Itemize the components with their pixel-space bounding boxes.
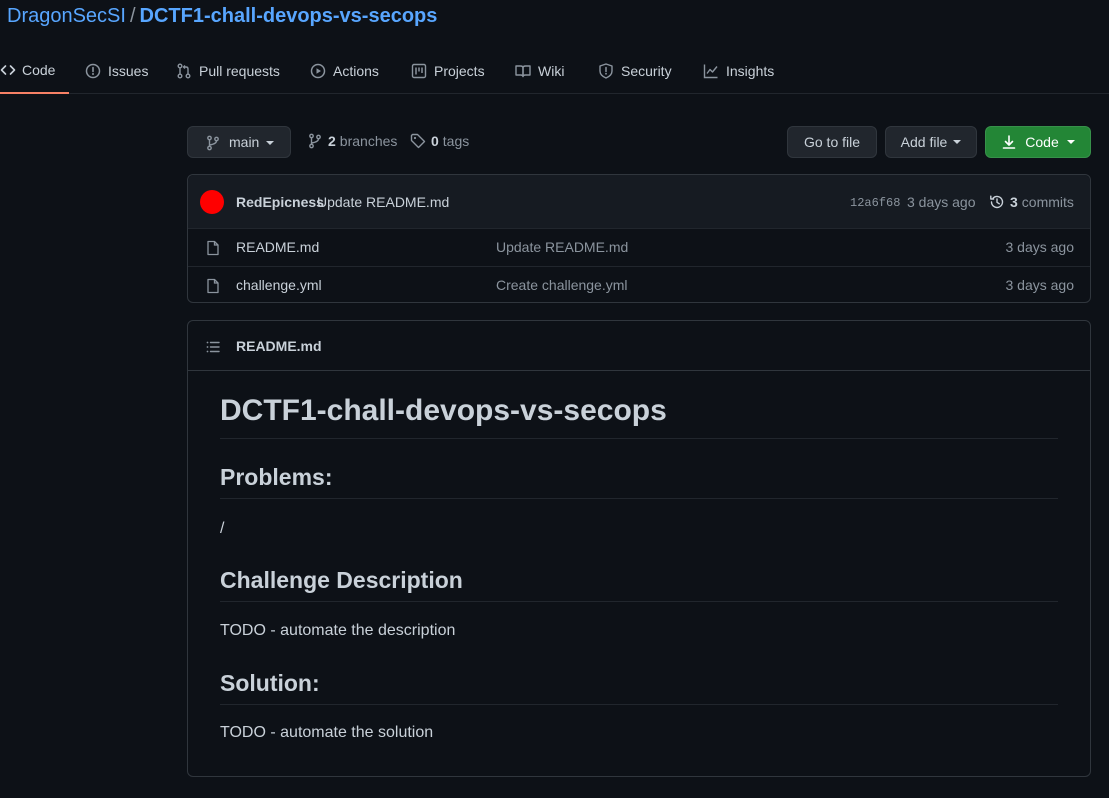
history-icon xyxy=(989,194,1005,210)
commit-author-link[interactable]: RedEpicness xyxy=(236,194,324,210)
file-name-link[interactable]: README.md xyxy=(236,239,319,255)
add-file-label: Add file xyxy=(900,134,948,150)
commits-label: commits xyxy=(1021,194,1074,210)
readme-problems-block: Problems: xyxy=(220,462,1058,499)
tab-label: Issues xyxy=(108,63,149,79)
file-icon xyxy=(205,278,221,294)
branch-select-button[interactable]: main xyxy=(187,126,291,158)
go-to-file-button[interactable]: Go to file xyxy=(787,126,877,158)
readme-description-text-block: TODO - automate the description xyxy=(220,620,1058,642)
issue-opened-icon xyxy=(85,63,101,79)
repo-breadcrumb: DragonSecSI / DCTF1-chall-devops-vs-secops xyxy=(7,4,437,28)
repo-name-link[interactable]: DCTF1-chall-devops-vs-secops xyxy=(140,5,438,27)
description-heading: Challenge Description xyxy=(220,565,1058,602)
avatar[interactable] xyxy=(200,190,224,214)
tab-label: Actions xyxy=(333,63,379,79)
file-icon xyxy=(205,240,221,256)
file-row[interactable]: README.md Update README.md 3 days ago xyxy=(188,229,1090,266)
file-row[interactable]: challenge.yml Create challenge.yml 3 day… xyxy=(188,266,1090,303)
problems-heading: Problems: xyxy=(220,462,1058,499)
file-commit-message-link[interactable]: Update README.md xyxy=(496,239,628,255)
breadcrumb-separator: / xyxy=(129,5,136,27)
tag-icon xyxy=(410,133,426,149)
solution-text: TODO - automate the solution xyxy=(220,724,434,741)
tab-actions[interactable]: Actions xyxy=(310,48,379,94)
list-unordered-icon[interactable] xyxy=(205,339,221,355)
readme-title-link[interactable]: README.md xyxy=(236,338,322,354)
file-browser: RedEpicness Update README.md 12a6f68 3 d… xyxy=(187,174,1091,303)
tab-wiki[interactable]: Wiki xyxy=(515,48,564,94)
code-button[interactable]: Code xyxy=(985,126,1091,158)
tab-label: Pull requests xyxy=(199,63,280,79)
tab-projects[interactable]: Projects xyxy=(411,48,485,94)
file-commit-time: 3 days ago xyxy=(1005,277,1075,293)
tab-issues[interactable]: Issues xyxy=(85,48,148,94)
tab-label: Insights xyxy=(726,63,775,79)
tags-link[interactable]: 0 tags xyxy=(410,133,469,149)
tab-label: Code xyxy=(22,62,56,78)
tab-insights[interactable]: Insights xyxy=(703,48,774,94)
git-branch-icon xyxy=(307,133,323,149)
commit-message-link[interactable]: Update README.md xyxy=(317,194,449,210)
graph-icon xyxy=(703,63,719,79)
description-text: TODO - automate the description xyxy=(220,622,456,639)
readme-heading-1-block: DCTF1-chall-devops-vs-secops xyxy=(220,392,1058,439)
tab-code[interactable]: Code xyxy=(0,48,69,94)
commit-sha-link[interactable]: 12a6f68 xyxy=(850,196,900,210)
play-icon xyxy=(310,63,326,79)
readme-description-block: Challenge Description xyxy=(220,565,1058,602)
project-icon xyxy=(411,63,427,79)
tab-pull-requests[interactable]: Pull requests xyxy=(176,48,280,94)
readme-panel: README.md DCTF1-chall-devops-vs-secops P… xyxy=(187,320,1091,777)
add-file-button[interactable]: Add file xyxy=(885,126,977,158)
book-icon xyxy=(515,63,531,79)
readme-heading-1: DCTF1-chall-devops-vs-secops xyxy=(220,392,1058,439)
branches-link[interactable]: 2 branches xyxy=(307,133,397,149)
tab-label: Wiki xyxy=(538,63,565,79)
readme-header: README.md xyxy=(188,321,1090,371)
repo-nav-tabs: Code Issues Pull requests Actions Projec… xyxy=(0,48,1109,94)
readme-solution-block: Solution: xyxy=(220,668,1058,705)
branches-label: branches xyxy=(339,133,398,149)
code-button-label: Code xyxy=(1025,134,1059,150)
tags-label: tags xyxy=(442,133,470,149)
commits-count: 3 xyxy=(1010,194,1018,210)
chevron-down-icon xyxy=(953,140,962,144)
readme-problems-text-block: / xyxy=(220,518,1058,540)
shield-icon xyxy=(598,63,614,79)
branch-name: main xyxy=(229,134,260,150)
code-icon xyxy=(0,62,16,78)
git-branch-icon xyxy=(205,135,221,151)
commit-time: 3 days ago xyxy=(907,194,976,210)
tab-label: Projects xyxy=(434,63,485,79)
go-to-file-label: Go to file xyxy=(803,134,861,150)
git-pull-request-icon xyxy=(176,63,192,79)
branches-count: 2 xyxy=(328,133,336,149)
chevron-down-icon xyxy=(1066,140,1075,144)
file-commit-message-link[interactable]: Create challenge.yml xyxy=(496,277,628,293)
solution-heading: Solution: xyxy=(220,668,1058,705)
repo-owner-link[interactable]: DragonSecSI xyxy=(7,5,126,27)
commits-history-link[interactable]: 3 commits xyxy=(989,194,1074,210)
file-name-link[interactable]: challenge.yml xyxy=(236,277,322,293)
file-commit-time: 3 days ago xyxy=(1005,239,1075,255)
tags-count: 0 xyxy=(431,133,439,149)
tab-security[interactable]: Security xyxy=(598,48,672,94)
readme-solution-text-block: TODO - automate the solution xyxy=(220,722,1058,744)
tab-label: Security xyxy=(621,63,672,79)
latest-commit-bar: RedEpicness Update README.md 12a6f68 3 d… xyxy=(188,175,1090,229)
download-icon xyxy=(1001,134,1017,150)
chevron-down-icon xyxy=(266,141,274,145)
problems-text: / xyxy=(220,520,225,537)
